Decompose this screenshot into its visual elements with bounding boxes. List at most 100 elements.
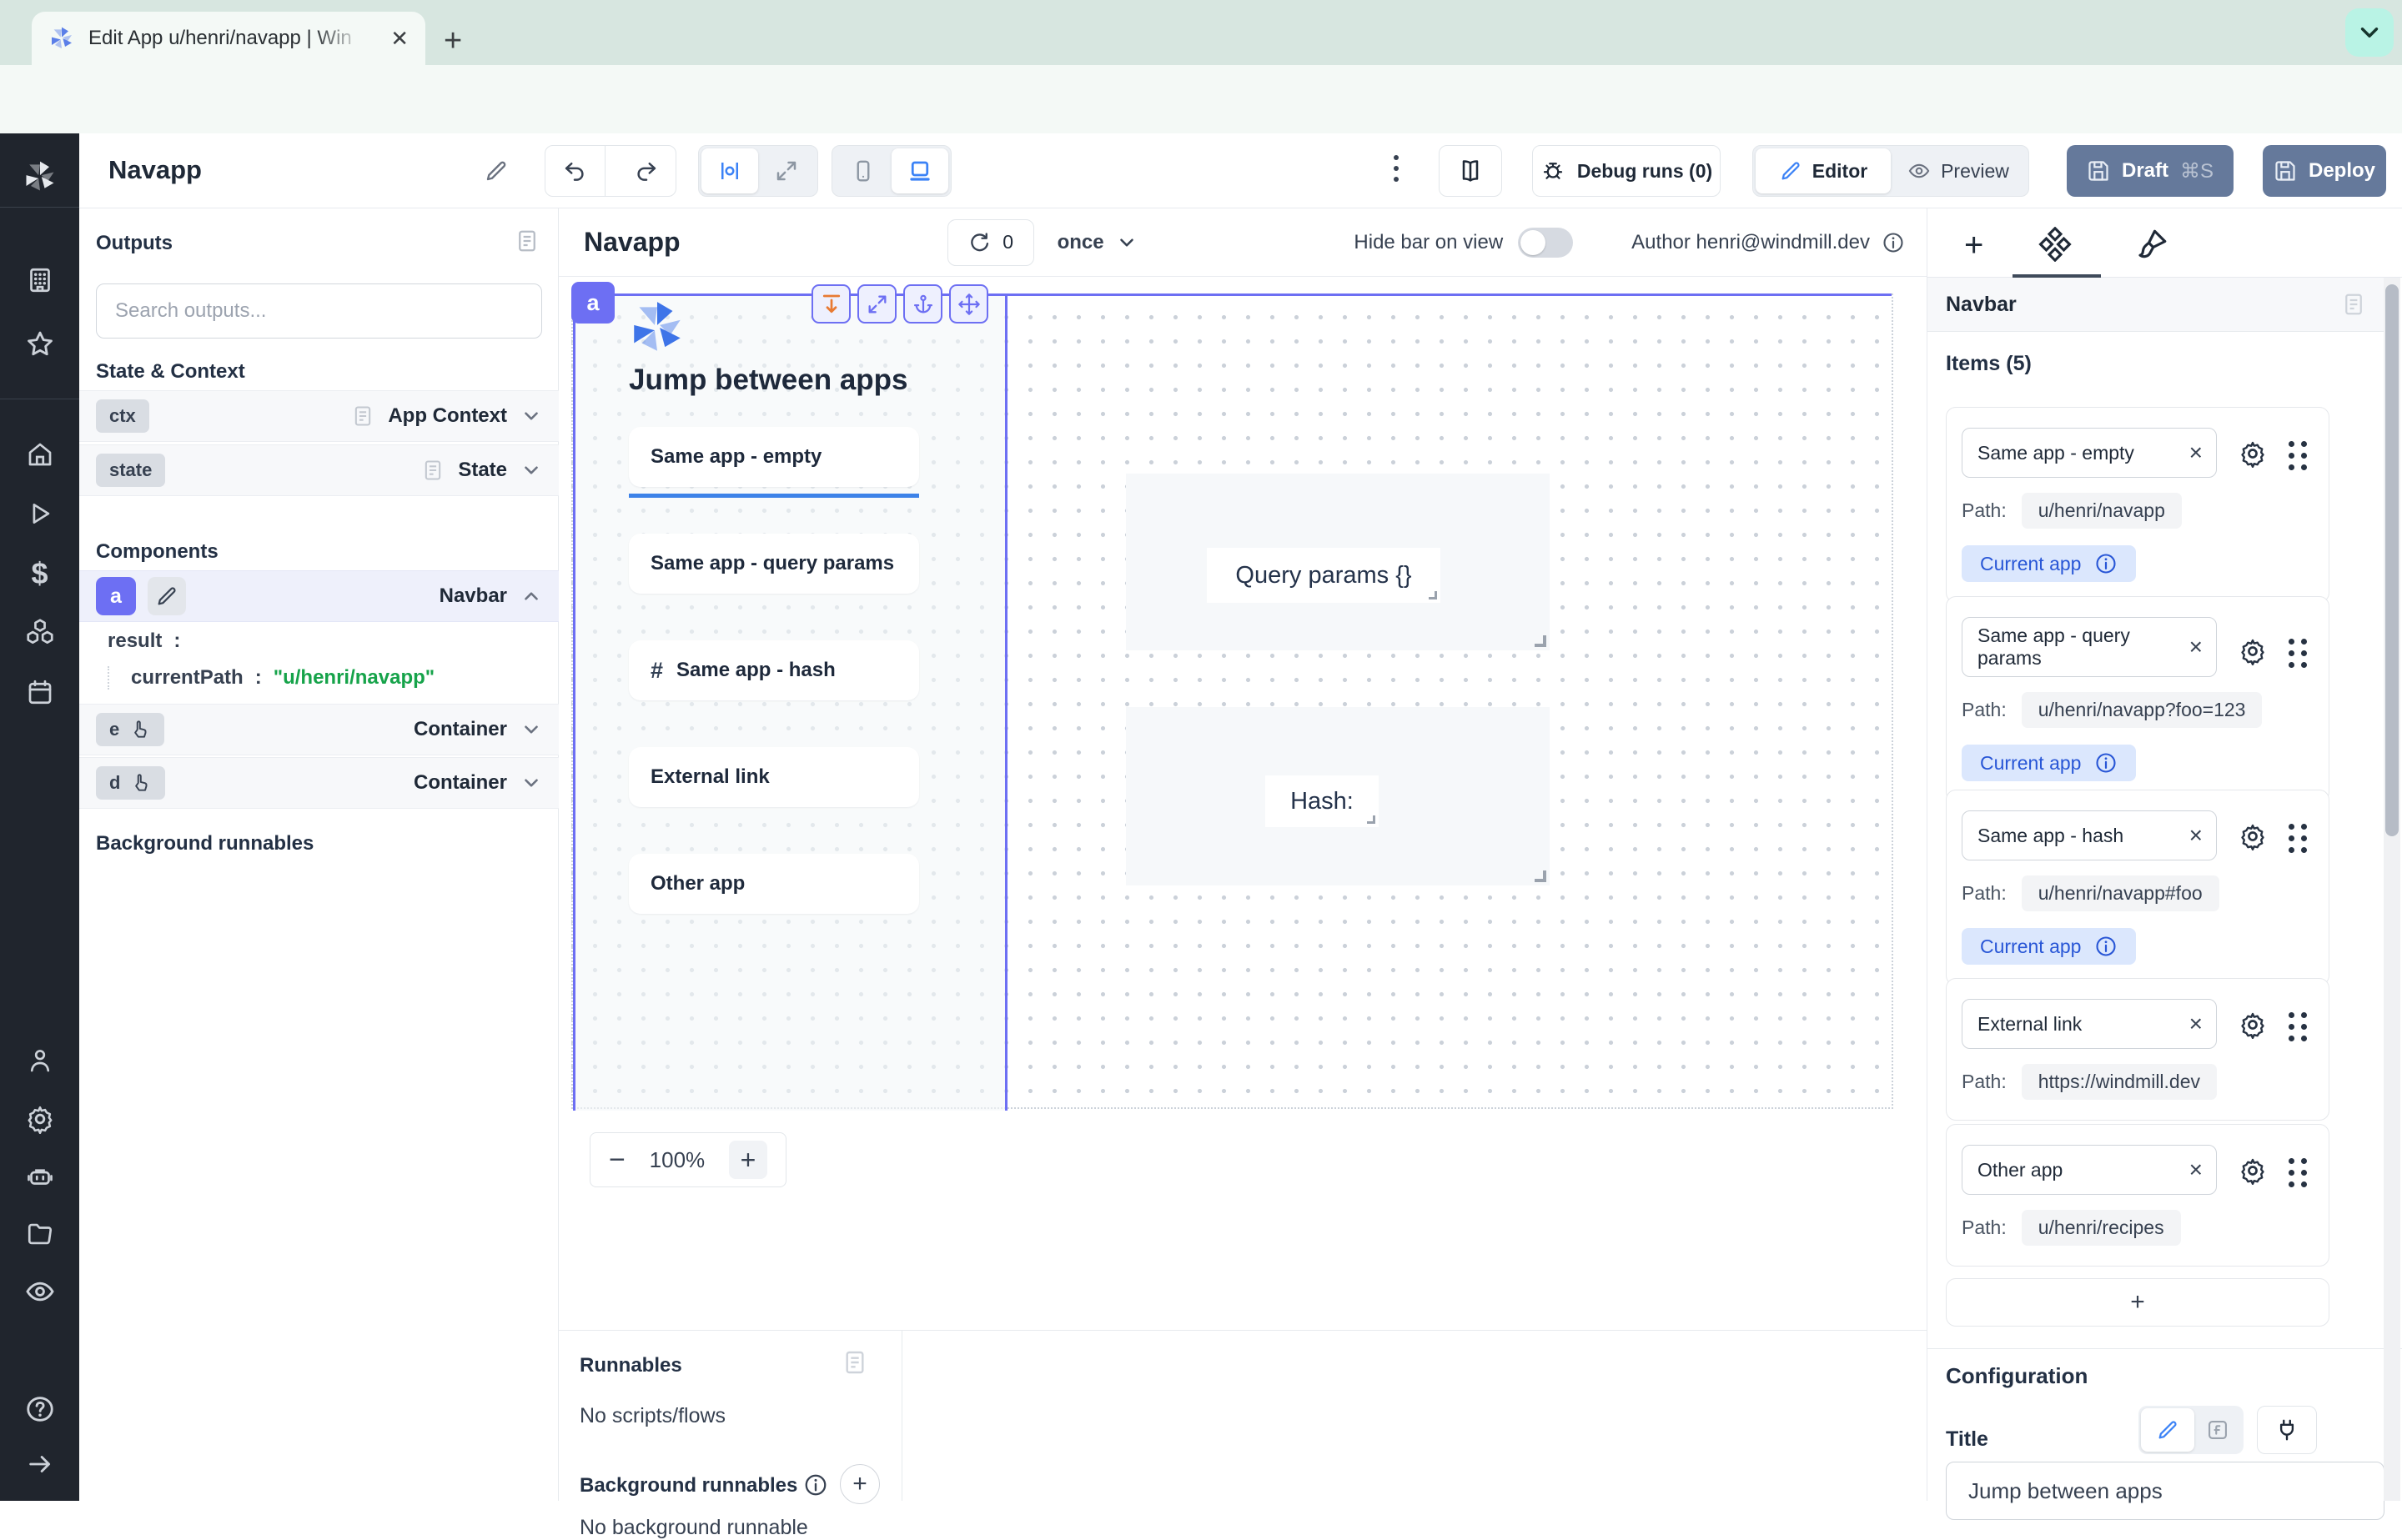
clear-label-icon[interactable]: × (2181, 439, 2211, 466)
scrollbar-thumb[interactable] (2385, 284, 2399, 836)
query-params-container[interactable]: Query params {} (1126, 474, 1550, 650)
docs-book-button[interactable] (1439, 145, 1502, 197)
navbar-component[interactable]: Jump between apps Same app - empty Same … (573, 295, 1007, 1111)
anchor-handle[interactable] (903, 284, 942, 324)
variables-dollar-icon[interactable]: $ (31, 556, 48, 591)
component-e-badge[interactable]: e (96, 713, 164, 746)
refresh-mode-dropdown[interactable]: once (1058, 231, 1138, 254)
resize-corner-icon[interactable] (1367, 815, 1375, 824)
zoom-in-button[interactable]: + (729, 1141, 767, 1179)
drag-handle-icon[interactable] (2289, 824, 2308, 853)
component-d-badge[interactable]: d (96, 766, 165, 800)
rename-pencil-icon[interactable] (484, 158, 509, 183)
tab-add-component-plus-icon[interactable]: + (1964, 227, 1983, 264)
preview-tab[interactable]: Preview (1891, 148, 2026, 193)
canvas-grid[interactable]: Jump between apps Same app - empty Same … (571, 293, 1893, 1109)
users-person-icon[interactable] (25, 1046, 55, 1076)
fullwidth-layout-button[interactable] (758, 148, 815, 193)
header-kebab-menu[interactable] (1387, 148, 1405, 188)
redo-button[interactable] (617, 146, 676, 196)
info-icon[interactable] (2094, 552, 2118, 575)
item-settings-gear-icon[interactable] (2239, 822, 2267, 850)
info-icon[interactable] (803, 1472, 828, 1497)
clear-label-icon[interactable]: × (2181, 1156, 2211, 1183)
info-icon[interactable] (2094, 935, 2118, 958)
query-params-text-box[interactable]: Query params {} (1207, 548, 1440, 603)
runs-play-icon[interactable] (26, 499, 54, 528)
item-label-input[interactable]: Other app × (1962, 1145, 2217, 1195)
new-tab-button[interactable]: + (444, 23, 462, 59)
expand-handle[interactable] (857, 284, 897, 324)
hash-container[interactable]: Hash: (1126, 707, 1550, 885)
resize-corner-icon[interactable] (1535, 870, 1546, 882)
folders-icon[interactable] (25, 1219, 55, 1249)
resources-cubes-icon[interactable] (24, 616, 56, 648)
tab-component-settings-diamond-icon[interactable] (2038, 227, 2073, 262)
move-handle[interactable] (949, 284, 988, 324)
component-d-row[interactable]: d Container (79, 757, 559, 809)
edit-id-pencil[interactable] (148, 577, 186, 615)
component-a-row[interactable]: a Navbar (79, 570, 559, 622)
resize-corner-icon[interactable] (1429, 591, 1437, 599)
chevron-up-icon[interactable] (520, 585, 542, 607)
fill-height-handle[interactable] (812, 284, 851, 324)
tab-styling-brush-icon[interactable] (2134, 227, 2169, 262)
connect-plug-button[interactable] (2257, 1406, 2317, 1454)
zoom-out-button[interactable]: − (609, 1144, 626, 1176)
nav-item-same-app-query-params[interactable]: Same app - query params (629, 534, 919, 594)
add-item-button[interactable]: + (1946, 1278, 2329, 1327)
hash-text-box[interactable]: Hash: (1265, 775, 1379, 827)
ctx-row[interactable]: ctx App Context (79, 390, 559, 442)
item-label-input[interactable]: Same app - query params × (1962, 617, 2217, 677)
centered-layout-button[interactable] (701, 148, 758, 193)
mobile-view-button[interactable] (835, 148, 892, 193)
clear-label-icon[interactable]: × (2181, 1011, 2211, 1037)
chevron-down-icon[interactable] (520, 719, 542, 740)
window-chevron-button[interactable] (2345, 8, 2394, 57)
clear-label-icon[interactable]: × (2181, 822, 2211, 849)
drag-handle-icon[interactable] (2289, 639, 2308, 668)
editor-tab[interactable]: Editor (1756, 148, 1891, 193)
chevron-down-icon[interactable] (520, 459, 542, 481)
item-settings-gear-icon[interactable] (2239, 1011, 2267, 1039)
browser-tab[interactable]: Edit App u/henri/navapp | Win ✕ (32, 12, 425, 65)
nav-item-same-app-empty[interactable]: Same app - empty (629, 427, 919, 487)
item-label-input[interactable]: Same app - empty × (1962, 428, 2217, 478)
windmill-logo-icon[interactable] (22, 158, 58, 195)
scrollbar-track[interactable] (2384, 278, 2400, 1501)
collapse-arrow-icon[interactable] (26, 1450, 54, 1478)
tab-close-icon[interactable]: ✕ (390, 26, 409, 52)
component-a-badge[interactable]: a (96, 577, 136, 615)
clear-label-icon[interactable]: × (2181, 634, 2211, 660)
item-settings-gear-icon[interactable] (2239, 439, 2267, 468)
settings-gear-icon[interactable] (25, 1104, 55, 1134)
search-outputs-input[interactable] (96, 283, 542, 339)
schedules-calendar-icon[interactable] (25, 677, 55, 707)
chevron-down-icon[interactable] (520, 772, 542, 794)
home-icon[interactable] (25, 439, 55, 469)
item-label-input[interactable]: External link × (1962, 999, 2217, 1049)
add-background-runnable-button[interactable]: + (840, 1464, 880, 1504)
audit-eye-icon[interactable] (24, 1276, 56, 1307)
item-label-input[interactable]: Same app - hash × (1962, 810, 2217, 860)
info-icon[interactable] (2094, 751, 2118, 775)
doc-panel-icon[interactable] (2341, 292, 2366, 317)
doc-panel-icon[interactable] (842, 1349, 868, 1376)
drag-handle-icon[interactable] (2289, 1012, 2308, 1041)
nav-item-external-link[interactable]: External link (629, 747, 919, 807)
workers-robot-icon[interactable] (25, 1162, 55, 1192)
component-e-row[interactable]: e Container (79, 704, 559, 755)
workspace-building-icon[interactable] (25, 265, 55, 295)
chevron-down-icon[interactable] (520, 405, 542, 427)
refresh-count-button[interactable]: 0 (947, 219, 1034, 266)
drag-handle-icon[interactable] (2289, 441, 2308, 470)
static-mode-pencil-button[interactable] (2141, 1408, 2194, 1452)
item-settings-gear-icon[interactable] (2239, 637, 2267, 665)
nav-item-other-app[interactable]: Other app (629, 854, 919, 914)
state-row[interactable]: state State (79, 444, 559, 496)
title-input[interactable]: Jump between apps (1946, 1462, 2384, 1520)
debug-runs-button[interactable]: Debug runs (0) (1532, 145, 1721, 197)
deploy-button[interactable]: Deploy (2263, 145, 2386, 197)
item-settings-gear-icon[interactable] (2239, 1156, 2267, 1185)
nav-item-same-app-hash[interactable]: # Same app - hash (629, 640, 919, 700)
